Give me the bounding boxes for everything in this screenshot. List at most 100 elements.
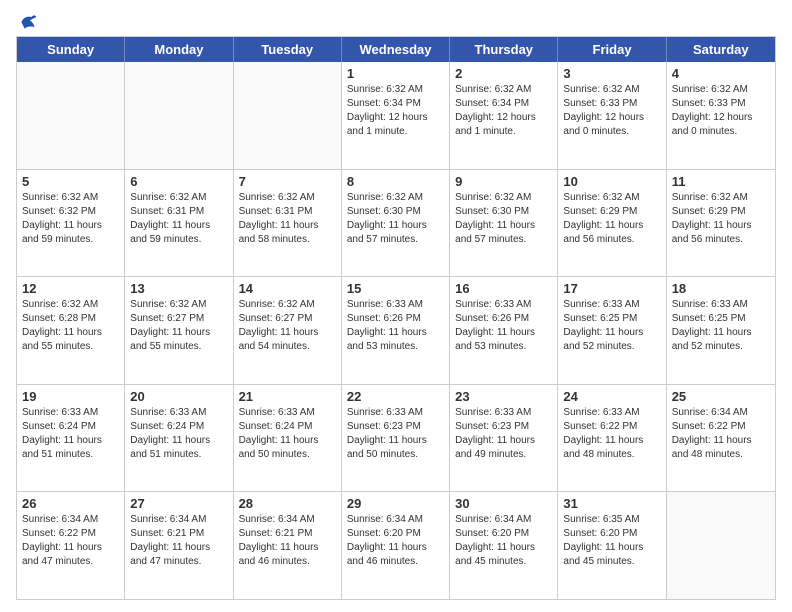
day-number: 26 bbox=[22, 496, 119, 511]
calendar-cell: 10Sunrise: 6:32 AMSunset: 6:29 PMDayligh… bbox=[558, 170, 666, 277]
calendar-cell: 8Sunrise: 6:32 AMSunset: 6:30 PMDaylight… bbox=[342, 170, 450, 277]
calendar-cell: 18Sunrise: 6:33 AMSunset: 6:25 PMDayligh… bbox=[667, 277, 775, 384]
day-number: 16 bbox=[455, 281, 552, 296]
day-number: 9 bbox=[455, 174, 552, 189]
day-number: 5 bbox=[22, 174, 119, 189]
calendar-cell: 23 Sunrise: 6:33 AMSunset: 6:23 PMDayligh… bbox=[450, 385, 558, 492]
cell-info: Sunrise: 6:33 AMSunset: 6:24 PMDaylight:… bbox=[130, 406, 227, 462]
day-number: 30 bbox=[455, 496, 552, 511]
cell-info: Sunrise: 6:34 AMSunset: 6:20 PMDaylight:… bbox=[347, 513, 444, 569]
calendar-cell: 4 Sunrise: 6:32 AMSunset: 6:33 PMDaylight… bbox=[667, 62, 775, 169]
header-wednesday: Wednesday bbox=[342, 37, 450, 62]
calendar-row-1: 1 Sunrise: 6:32 AMSunset: 6:34 PMDaylight… bbox=[17, 62, 775, 169]
day-number: 29 bbox=[347, 496, 444, 511]
header-saturday: Saturday bbox=[667, 37, 775, 62]
header-tuesday: Tuesday bbox=[234, 37, 342, 62]
calendar-header: Sunday Monday Tuesday Wednesday Thursday… bbox=[17, 37, 775, 62]
calendar-row-3: 12 Sunrise: 6:32 AMSunset: 6:28 PMDayligh… bbox=[17, 276, 775, 384]
calendar-cell: 2 Sunrise: 6:32 AMSunset: 6:34 PMDaylight… bbox=[450, 62, 558, 169]
cell-info: Sunrise: 6:32 AMSunset: 6:29 PMDaylight:… bbox=[672, 191, 770, 247]
day-number: 24 bbox=[563, 389, 660, 404]
calendar-row-5: 26 Sunrise: 6:34 AMSunset: 6:22 PMDayligh… bbox=[17, 491, 775, 599]
cell-info: Sunrise: 6:34 AMSunset: 6:22 PMDaylight:… bbox=[672, 406, 770, 462]
day-number: 21 bbox=[239, 389, 336, 404]
day-number: 15 bbox=[347, 281, 444, 296]
day-number: 2 bbox=[455, 66, 552, 81]
cell-info: Sunrise: 6:33 AMSunset: 6:23 PMDaylight:… bbox=[347, 406, 444, 462]
cell-info: Sunrise: 6:33 AMSunset: 6:26 PMDaylight:… bbox=[347, 298, 444, 354]
cell-info: Sunrise: 6:32 AMSunset: 6:34 PMDaylight:… bbox=[347, 83, 444, 139]
cell-info: Sunrise: 6:32 AMSunset: 6:32 PMDaylight:… bbox=[22, 191, 119, 247]
cell-info: Sunrise: 6:32 AMSunset: 6:33 PMDaylight:… bbox=[563, 83, 660, 139]
day-number: 13 bbox=[130, 281, 227, 296]
cell-info: Sunrise: 6:32 AMSunset: 6:33 PMDaylight:… bbox=[672, 83, 770, 139]
cell-info: Sunrise: 6:33 AMSunset: 6:25 PMDaylight:… bbox=[672, 298, 770, 354]
cell-info: Sunrise: 6:32 AMSunset: 6:31 PMDaylight:… bbox=[239, 191, 336, 247]
day-number: 7 bbox=[239, 174, 336, 189]
page: Sunday Monday Tuesday Wednesday Thursday… bbox=[0, 0, 792, 612]
calendar-cell: 24 Sunrise: 6:33 AMSunset: 6:22 PMDayligh… bbox=[558, 385, 666, 492]
cell-info: Sunrise: 6:33 AMSunset: 6:22 PMDaylight:… bbox=[563, 406, 660, 462]
cell-info: Sunrise: 6:34 AMSunset: 6:20 PMDaylight:… bbox=[455, 513, 552, 569]
day-number: 1 bbox=[347, 66, 444, 81]
calendar-cell: 3 Sunrise: 6:32 AMSunset: 6:33 PMDaylight… bbox=[558, 62, 666, 169]
calendar-cell: 14Sunrise: 6:32 AMSunset: 6:27 PMDayligh… bbox=[234, 277, 342, 384]
calendar-cell: 30 Sunrise: 6:34 AMSunset: 6:20 PMDayligh… bbox=[450, 492, 558, 599]
cell-info: Sunrise: 6:34 AMSunset: 6:22 PMDaylight:… bbox=[22, 513, 119, 569]
cell-info: Sunrise: 6:33 AMSunset: 6:23 PMDaylight:… bbox=[455, 406, 552, 462]
day-number: 4 bbox=[672, 66, 770, 81]
header-friday: Friday bbox=[558, 37, 666, 62]
calendar-cell: 26 Sunrise: 6:34 AMSunset: 6:22 PMDayligh… bbox=[17, 492, 125, 599]
calendar-row-2: 5 Sunrise: 6:32 AMSunset: 6:32 PMDaylight… bbox=[17, 169, 775, 277]
calendar-cell bbox=[234, 62, 342, 169]
cell-info: Sunrise: 6:32 AMSunset: 6:34 PMDaylight:… bbox=[455, 83, 552, 139]
calendar-cell: 1 Sunrise: 6:32 AMSunset: 6:34 PMDaylight… bbox=[342, 62, 450, 169]
day-number: 17 bbox=[563, 281, 660, 296]
calendar-cell: 29 Sunrise: 6:34 AMSunset: 6:20 PMDayligh… bbox=[342, 492, 450, 599]
cell-info: Sunrise: 6:33 AMSunset: 6:24 PMDaylight:… bbox=[239, 406, 336, 462]
calendar-body: 1 Sunrise: 6:32 AMSunset: 6:34 PMDaylight… bbox=[17, 62, 775, 599]
calendar-cell: 17Sunrise: 6:33 AMSunset: 6:25 PMDayligh… bbox=[558, 277, 666, 384]
calendar-cell: 25 Sunrise: 6:34 AMSunset: 6:22 PMDayligh… bbox=[667, 385, 775, 492]
day-number: 22 bbox=[347, 389, 444, 404]
cell-info: Sunrise: 6:34 AMSunset: 6:21 PMDaylight:… bbox=[239, 513, 336, 569]
day-number: 27 bbox=[130, 496, 227, 511]
header-monday: Monday bbox=[125, 37, 233, 62]
logo-bird-icon bbox=[18, 12, 38, 32]
day-number: 3 bbox=[563, 66, 660, 81]
day-number: 28 bbox=[239, 496, 336, 511]
header-thursday: Thursday bbox=[450, 37, 558, 62]
cell-info: Sunrise: 6:33 AMSunset: 6:26 PMDaylight:… bbox=[455, 298, 552, 354]
day-number: 11 bbox=[672, 174, 770, 189]
cell-info: Sunrise: 6:32 AMSunset: 6:30 PMDaylight:… bbox=[347, 191, 444, 247]
calendar-cell: 16 Sunrise: 6:33 AMSunset: 6:26 PMDayligh… bbox=[450, 277, 558, 384]
calendar-cell: 6 Sunrise: 6:32 AMSunset: 6:31 PMDaylight… bbox=[125, 170, 233, 277]
cell-info: Sunrise: 6:32 AMSunset: 6:27 PMDaylight:… bbox=[130, 298, 227, 354]
cell-info: Sunrise: 6:32 AMSunset: 6:29 PMDaylight:… bbox=[563, 191, 660, 247]
calendar-row-4: 19 Sunrise: 6:33 AMSunset: 6:24 PMDayligh… bbox=[17, 384, 775, 492]
calendar: Sunday Monday Tuesday Wednesday Thursday… bbox=[16, 36, 776, 600]
logo bbox=[16, 12, 38, 28]
day-number: 19 bbox=[22, 389, 119, 404]
cell-info: Sunrise: 6:34 AMSunset: 6:21 PMDaylight:… bbox=[130, 513, 227, 569]
cell-info: Sunrise: 6:35 AMSunset: 6:20 PMDaylight:… bbox=[563, 513, 660, 569]
cell-info: Sunrise: 6:32 AMSunset: 6:31 PMDaylight:… bbox=[130, 191, 227, 247]
calendar-cell: 7 Sunrise: 6:32 AMSunset: 6:31 PMDaylight… bbox=[234, 170, 342, 277]
calendar-cell bbox=[17, 62, 125, 169]
day-number: 25 bbox=[672, 389, 770, 404]
header bbox=[16, 12, 776, 28]
cell-info: Sunrise: 6:32 AMSunset: 6:28 PMDaylight:… bbox=[22, 298, 119, 354]
day-number: 23 bbox=[455, 389, 552, 404]
calendar-cell bbox=[125, 62, 233, 169]
calendar-cell: 11 Sunrise: 6:32 AMSunset: 6:29 PMDayligh… bbox=[667, 170, 775, 277]
calendar-cell: 15 Sunrise: 6:33 AMSunset: 6:26 PMDayligh… bbox=[342, 277, 450, 384]
cell-info: Sunrise: 6:32 AMSunset: 6:30 PMDaylight:… bbox=[455, 191, 552, 247]
cell-info: Sunrise: 6:32 AMSunset: 6:27 PMDaylight:… bbox=[239, 298, 336, 354]
day-number: 6 bbox=[130, 174, 227, 189]
day-number: 12 bbox=[22, 281, 119, 296]
day-number: 20 bbox=[130, 389, 227, 404]
day-number: 31 bbox=[563, 496, 660, 511]
calendar-cell: 20 Sunrise: 6:33 AMSunset: 6:24 PMDayligh… bbox=[125, 385, 233, 492]
calendar-cell: 28 Sunrise: 6:34 AMSunset: 6:21 PMDayligh… bbox=[234, 492, 342, 599]
cell-info: Sunrise: 6:33 AMSunset: 6:24 PMDaylight:… bbox=[22, 406, 119, 462]
